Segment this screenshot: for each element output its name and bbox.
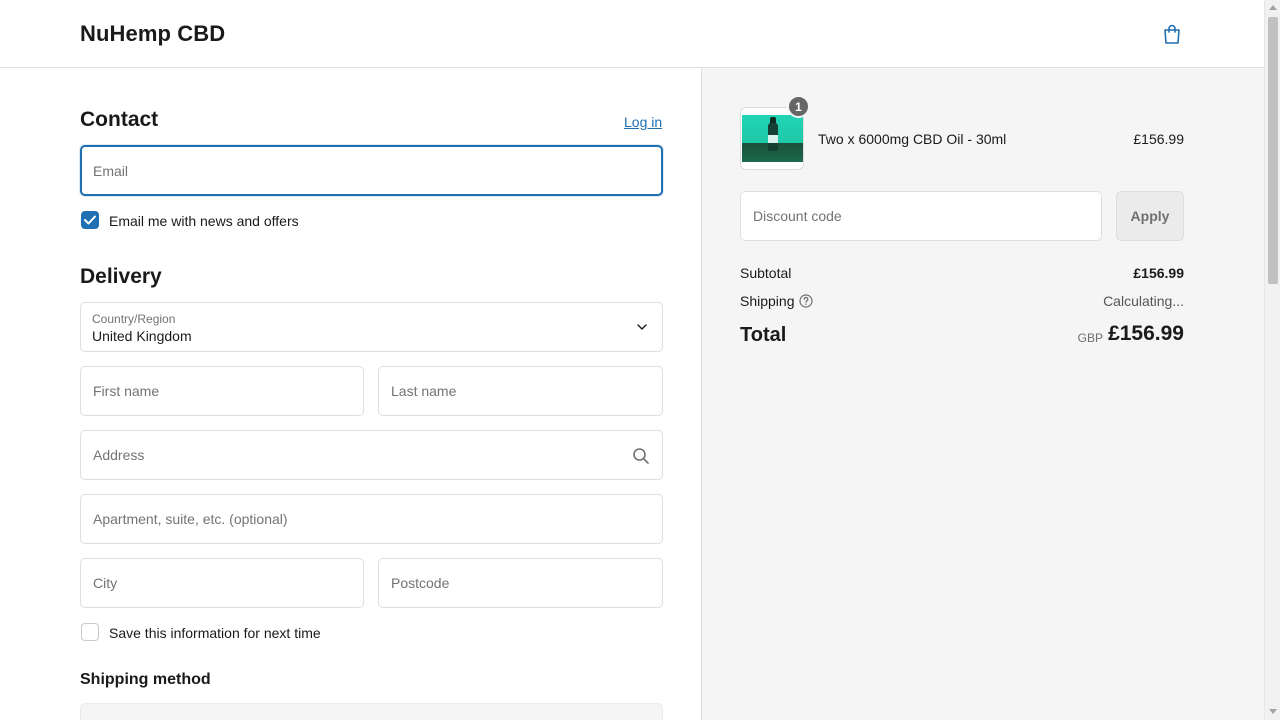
save-info-label: Save this information for next time: [109, 625, 321, 641]
total-currency: GBP: [1077, 331, 1103, 345]
email-field[interactable]: [80, 145, 663, 196]
postcode-field[interactable]: [378, 558, 663, 608]
apply-discount-button[interactable]: Apply: [1116, 191, 1184, 241]
country-select-value: United Kingdom: [92, 328, 192, 344]
checkmark-icon: [84, 215, 96, 225]
subtotal-label: Subtotal: [740, 265, 792, 281]
total-label: Total: [740, 324, 787, 346]
shipping-method-box: [80, 703, 663, 720]
address-input[interactable]: [81, 431, 662, 479]
help-circle-icon[interactable]: [799, 294, 813, 308]
apartment-field[interactable]: [80, 494, 663, 544]
store-logo[interactable]: NuHemp CBD: [80, 21, 225, 47]
shipping-value: Calculating...: [1103, 293, 1184, 309]
chevron-down-icon: [637, 324, 647, 330]
discount-code-input[interactable]: [741, 192, 1101, 240]
product-image: [742, 115, 803, 162]
first-name-field[interactable]: [80, 366, 364, 416]
search-icon: [633, 448, 649, 464]
address-field[interactable]: [80, 430, 663, 480]
subtotal-value: £156.99: [1133, 265, 1184, 281]
apartment-input[interactable]: [81, 495, 662, 543]
cart-button[interactable]: [1160, 22, 1184, 46]
shopping-bag-icon: [1164, 24, 1180, 44]
email-input[interactable]: [82, 147, 661, 194]
last-name-input[interactable]: [379, 367, 662, 415]
city-field[interactable]: [80, 558, 364, 608]
scrollbar-thumb[interactable]: [1268, 17, 1278, 284]
country-select[interactable]: Country/Region United Kingdom: [80, 302, 663, 352]
city-input[interactable]: [81, 559, 363, 607]
last-name-field[interactable]: [378, 366, 663, 416]
discount-code-field[interactable]: [740, 191, 1102, 241]
quantity-badge: 1: [787, 95, 810, 118]
product-price: £156.99: [1133, 131, 1184, 147]
first-name-input[interactable]: [81, 367, 363, 415]
save-info-checkbox[interactable]: [81, 623, 99, 641]
newsletter-checkbox[interactable]: [81, 211, 99, 229]
scroll-up-arrow-icon[interactable]: [1269, 5, 1277, 10]
contact-heading: Contact: [80, 108, 159, 131]
postcode-input[interactable]: [379, 559, 662, 607]
total-value: £156.99: [1108, 322, 1184, 345]
scroll-down-arrow-icon[interactable]: [1269, 709, 1277, 714]
login-link[interactable]: Log in: [624, 114, 662, 130]
country-select-label: Country/Region: [92, 312, 176, 326]
delivery-heading: Delivery: [80, 265, 162, 288]
shipping-label: Shipping: [740, 293, 795, 309]
newsletter-label: Email me with news and offers: [109, 213, 299, 229]
shipping-method-heading: Shipping method: [80, 671, 211, 688]
page-scrollbar[interactable]: [1264, 0, 1280, 720]
product-name: Two x 6000mg CBD Oil - 30ml: [818, 131, 1007, 147]
checkout-header: NuHemp CBD: [0, 0, 1264, 68]
